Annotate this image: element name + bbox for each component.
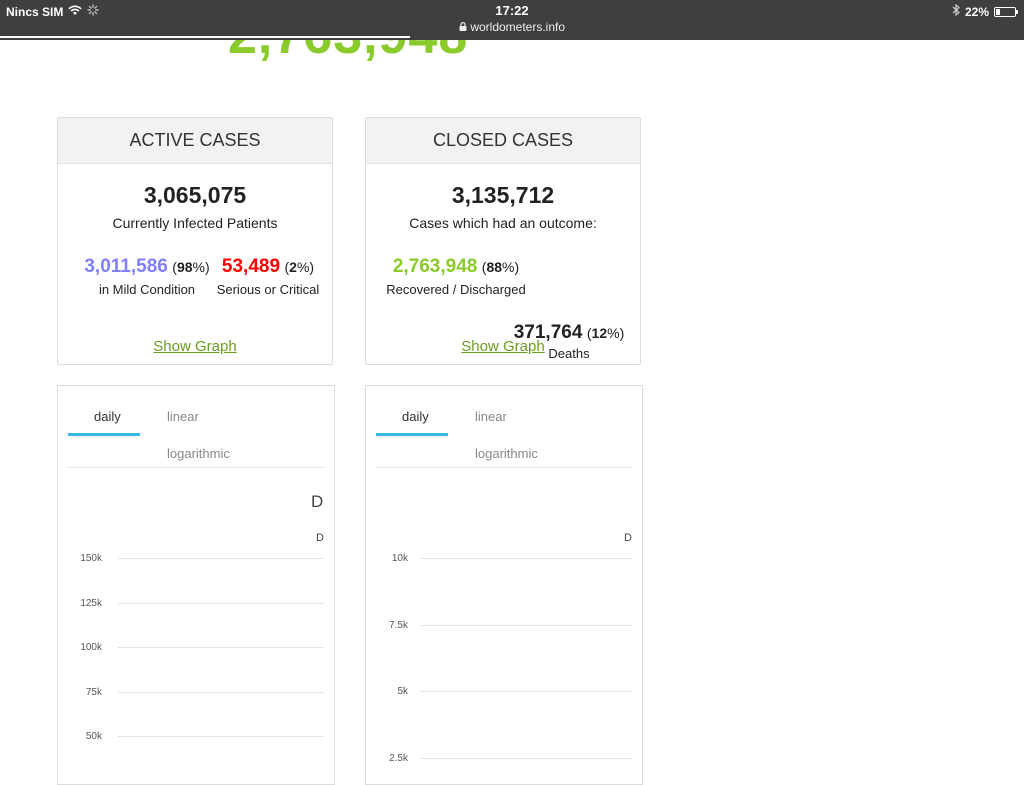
closed-cases-chart-panel: daily linear logarithmic D 10k 7.5k 5k 2… (365, 385, 643, 785)
recovered-stat: 2,763,948 (88%) Recovered / Discharged (376, 256, 536, 297)
gridline (118, 558, 324, 559)
chart-subtitle: D (316, 532, 324, 544)
serious-critical-percent: (2%) (284, 259, 315, 275)
gridline (420, 758, 632, 759)
recovered-percent: (88%) (481, 259, 520, 275)
y-tick-label: 150k (80, 553, 102, 564)
gridline (118, 647, 324, 648)
serious-critical-label: Serious or Critical (216, 282, 320, 297)
lock-icon (459, 20, 470, 34)
tab-daily[interactable]: daily (402, 409, 429, 424)
closed-cases-subtitle: Cases which had an outcome: (409, 215, 597, 231)
y-tick-label: 125k (80, 598, 102, 609)
gridline (420, 558, 632, 559)
chart-title: D (311, 492, 324, 511)
deaths-value: 371,764 (513, 322, 583, 343)
tab-daily[interactable]: daily (94, 409, 121, 424)
tab-linear[interactable]: linear (475, 409, 507, 424)
mild-condition-percent: (98%) (172, 259, 210, 275)
page-load-progress (0, 36, 410, 38)
deaths-percent: (12%) (586, 325, 625, 341)
y-tick-label: 2.5k (389, 753, 408, 764)
tabs-divider (68, 467, 324, 468)
chart-subtitle: D (624, 532, 632, 544)
tab-logarithmic[interactable]: logarithmic (167, 446, 230, 461)
deaths-label: Deaths (548, 346, 590, 361)
mild-condition-value: 3,011,586 (84, 256, 168, 277)
battery-icon (994, 6, 1018, 17)
mild-condition-stat: 3,011,586 (98%) in Mild Condition (72, 256, 222, 297)
status-bar: Nincs SIM 17:22 worldometers.info 22% (0, 0, 1024, 40)
gridline (118, 692, 324, 693)
closed-cases-panel: CLOSED CASES 3,135,712 Cases which had a… (365, 117, 641, 365)
active-cases-subtitle: Currently Infected Patients (112, 215, 278, 231)
closed-cases-total: 3,135,712 (451, 182, 555, 208)
y-tick-label: 75k (85, 687, 102, 698)
y-tick-label: 50k (85, 731, 102, 742)
gridline (420, 625, 632, 626)
gridline (118, 736, 324, 737)
battery-percent: 22% (964, 4, 989, 19)
url-text: worldometers.info (470, 20, 566, 34)
active-cases-chart-panel: daily linear logarithmic D D 150k 125k 1… (57, 385, 335, 785)
active-cases-panel: ACTIVE CASES 3,065,075 Currently Infecte… (57, 117, 333, 365)
y-tick-label: 7.5k (389, 620, 408, 631)
mild-condition-label: in Mild Condition (98, 282, 196, 297)
active-show-graph-link[interactable]: Show Graph (58, 338, 332, 355)
active-cases-title: ACTIVE CASES (58, 118, 332, 164)
tab-logarithmic[interactable]: logarithmic (475, 446, 538, 461)
status-right: 22% (952, 3, 1018, 19)
active-cases-total: 3,065,075 (143, 182, 247, 208)
recovered-label: Recovered / Discharged (386, 282, 526, 297)
active-tab-indicator (68, 433, 140, 436)
serious-critical-value: 53,489 (221, 256, 281, 277)
tabs-divider (376, 467, 632, 468)
y-tick-label: 5k (397, 686, 408, 697)
clock: 17:22 (495, 3, 529, 18)
recovered-value: 2,763,948 (392, 256, 478, 277)
serious-critical-stat: 53,489 (2%) Serious or Critical (214, 256, 322, 297)
address-bar[interactable]: worldometers.info (0, 20, 1024, 34)
y-tick-label: 10k (391, 553, 408, 564)
gridline (420, 691, 632, 692)
gridline (118, 603, 324, 604)
deaths-stat: 371,764 (12%) Deaths (506, 322, 632, 361)
active-tab-indicator (376, 433, 448, 436)
bluetooth-icon (952, 3, 960, 19)
closed-cases-title: CLOSED CASES (366, 118, 640, 164)
y-tick-label: 100k (80, 642, 102, 653)
tab-linear[interactable]: linear (167, 409, 199, 424)
